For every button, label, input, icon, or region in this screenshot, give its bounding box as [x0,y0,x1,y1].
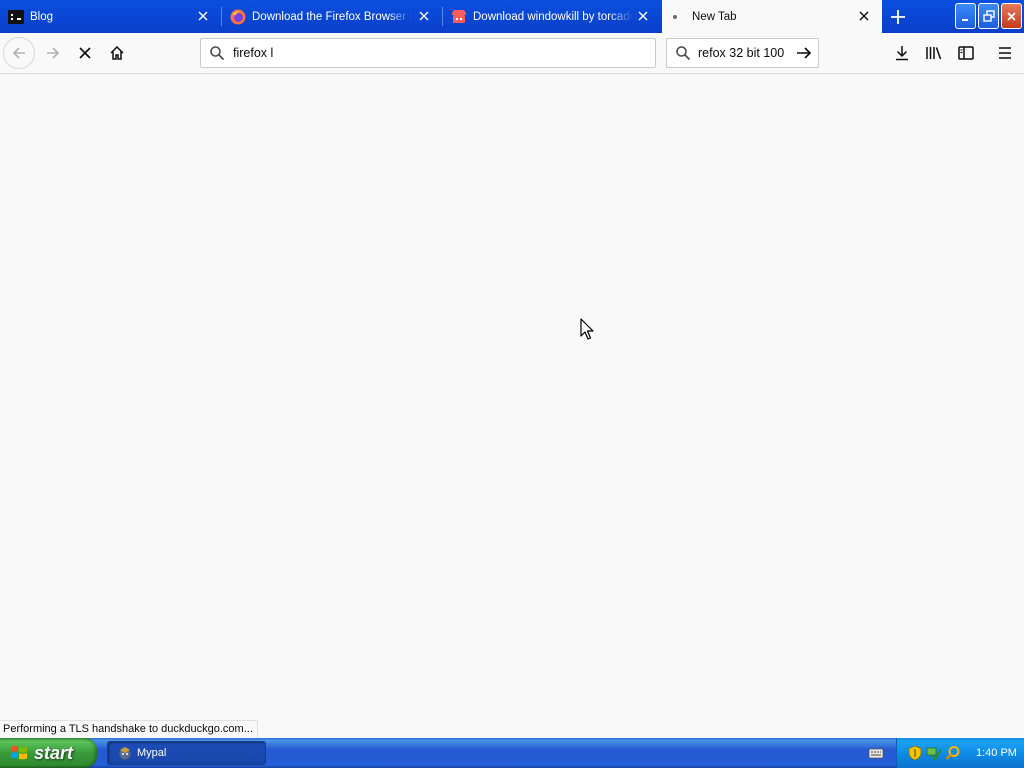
search-bar[interactable] [666,38,819,68]
tab-windowkill[interactable]: Download windowkill by torcado [443,0,661,33]
taskbar-item-mypal[interactable]: Mypal [107,741,266,765]
taskbar-item-label: Mypal [137,747,167,759]
windows-flag-icon [11,745,27,760]
close-window-button[interactable] [1001,3,1022,29]
tab-title: New Tab [692,10,737,23]
back-arrow-icon [12,47,25,59]
magnifier-icon[interactable] [945,745,961,761]
search-icon [210,46,225,61]
status-panel: Performing a TLS handshake to duckduckgo… [0,720,258,738]
nav-toolbar [0,33,1024,74]
terminal-favicon-icon [8,9,24,24]
clock: 1:40 PM [976,747,1017,759]
start-button[interactable]: start [0,738,97,768]
sidebar-button[interactable] [955,42,977,64]
home-button[interactable] [101,37,133,69]
close-icon[interactable] [196,9,210,23]
tab-blog[interactable]: Blog [0,0,221,33]
tab-title: Blog [30,10,54,23]
stop-button[interactable] [69,37,101,69]
download-icon [896,46,908,61]
home-icon [110,45,124,60]
url-input[interactable] [233,46,633,60]
page-content: Performing a TLS handshake to duckduckgo… [0,74,1024,738]
keyboard-icon[interactable] [868,745,884,761]
system-tray: 1:40 PM [896,738,1024,768]
close-icon[interactable] [417,9,431,23]
restore-icon [982,10,995,22]
downloads-button[interactable] [891,42,913,64]
tab-title: Download windowkill by torcado [473,10,633,23]
tab-title: Download the Firefox Browser in English … [252,10,412,23]
menu-button[interactable] [994,42,1016,64]
library-icon [926,47,942,60]
search-icon [676,46,691,61]
start-label: start [34,742,74,763]
stop-icon [79,47,91,59]
tab-strip: Blog Download the Firefox Browser in Eng… [0,0,1024,33]
mypal-icon [119,747,131,760]
close-icon[interactable] [636,9,650,23]
taskbar: start Mypal 1:40 PM [0,738,1024,768]
search-input[interactable] [698,46,793,60]
itch-io-icon [452,9,466,23]
loading-dot-icon [673,14,677,19]
forward-button[interactable] [37,37,69,69]
firefox-icon [230,9,246,24]
forward-arrow-icon [47,47,60,59]
mouse-pointer-icon [580,318,594,340]
tab-firefox-download[interactable]: Download the Firefox Browser in English … [222,0,442,33]
close-icon [1007,11,1016,21]
url-bar[interactable] [200,38,656,68]
sidebar-icon [958,46,974,60]
hamburger-menu-icon [999,47,1011,59]
close-icon[interactable] [857,9,871,23]
go-arrow-icon[interactable] [796,45,812,61]
minimize-button[interactable] [955,3,976,29]
back-button[interactable] [3,37,35,69]
tab-new-tab[interactable]: New Tab [662,0,882,33]
restore-button[interactable] [978,3,999,29]
new-tab-plus-icon[interactable] [886,5,910,29]
minimize-icon [962,18,968,21]
security-shield-icon[interactable] [907,745,923,761]
network-check-icon[interactable] [926,745,942,761]
library-button[interactable] [923,42,945,64]
